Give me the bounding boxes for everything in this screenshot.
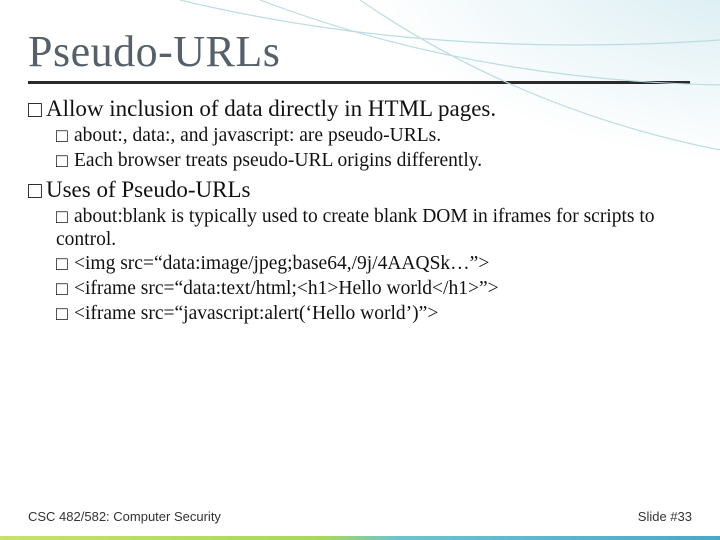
slide: Pseudo-URLs □Allow inclusion of data dir… — [0, 0, 720, 540]
bullet-text: <iframe src=“javascript:alert(‘Hello wor… — [74, 303, 438, 324]
footer-right: Slide #33 — [638, 509, 692, 524]
slide-title: Pseudo-URLs — [28, 26, 692, 77]
bullet-level2: □about:, data:, and javascript: are pseu… — [56, 125, 692, 148]
bullet-level2: □<iframe src=“data:text/html;<h1>Hello w… — [56, 278, 692, 301]
bullet-marker-icon: □ — [56, 150, 74, 173]
bullet-text: about:, data:, and javascript: are pseud… — [74, 125, 441, 146]
bullet-level2: □about:blank is typically used to create… — [56, 206, 692, 251]
bullet-level2: □<img src=“data:image/jpeg;base64,/9j/4A… — [56, 253, 692, 276]
bullet-level2: □<iframe src=“javascript:alert(‘Hello wo… — [56, 303, 692, 326]
title-underline — [28, 81, 690, 84]
bullet-text: about:blank is typically used to create … — [56, 206, 655, 250]
bullet-level1: □Uses of Pseudo-URLs — [28, 177, 692, 204]
slide-footer: CSC 482/582: Computer Security Slide #33 — [28, 509, 692, 524]
bullet-level2: □Each browser treats pseudo-URL origins … — [56, 150, 692, 173]
bullet-text: Uses of Pseudo-URLs — [46, 177, 250, 202]
bullet-marker-icon: □ — [56, 278, 74, 301]
bullet-marker-icon: □ — [56, 125, 74, 148]
bullet-marker-icon: □ — [56, 303, 74, 326]
bullet-marker-icon: □ — [28, 177, 46, 204]
slide-body: □Allow inclusion of data directly in HTM… — [28, 96, 692, 326]
bullet-marker-icon: □ — [56, 253, 74, 276]
bullet-marker-icon: □ — [56, 206, 74, 229]
bullet-text: Allow inclusion of data directly in HTML… — [46, 96, 496, 121]
bullet-level1: □Allow inclusion of data directly in HTM… — [28, 96, 692, 123]
bullet-text: <img src=“data:image/jpeg;base64,/9j/4AA… — [74, 253, 489, 274]
bullet-text: Each browser treats pseudo-URL origins d… — [74, 150, 482, 171]
bullet-marker-icon: □ — [28, 96, 46, 123]
footer-left: CSC 482/582: Computer Security — [28, 509, 221, 524]
bullet-text: <iframe src=“data:text/html;<h1>Hello wo… — [74, 278, 499, 299]
bottom-accent-bar — [0, 536, 720, 540]
